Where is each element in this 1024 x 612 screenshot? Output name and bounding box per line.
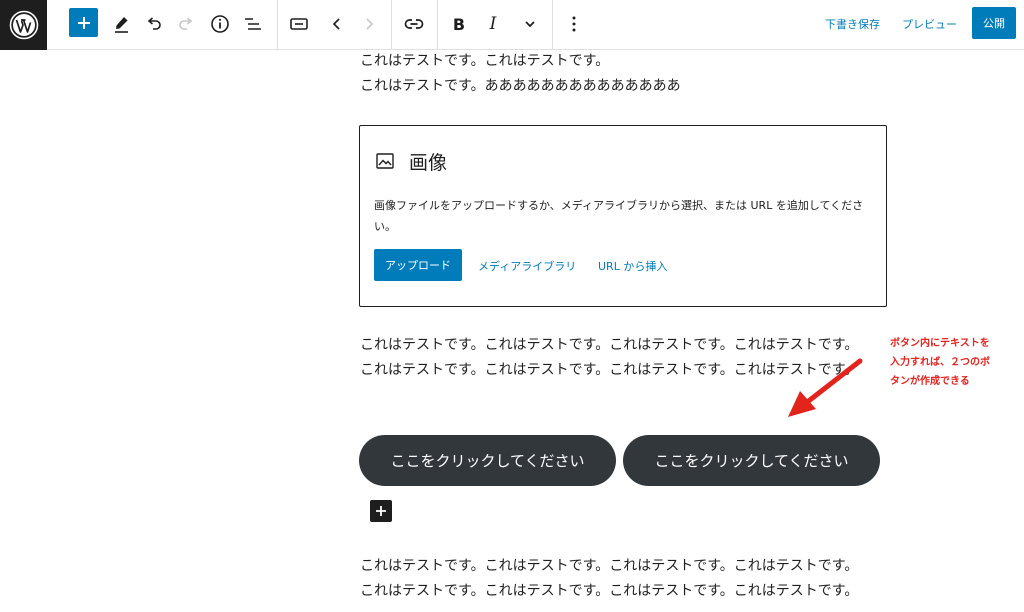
insert-from-url-button[interactable]: URL から挿入	[598, 258, 667, 274]
append-button-button[interactable]	[370, 500, 392, 522]
details-button[interactable]	[205, 9, 235, 39]
preview-button[interactable]: プレビュー	[902, 16, 957, 32]
paragraph-line: これはテストです。これはテストです。	[360, 53, 610, 69]
image-icon	[376, 153, 394, 169]
annotation-line: ボタン内にテキストを	[890, 338, 990, 349]
publish-button[interactable]: 公開	[972, 7, 1016, 39]
upload-button[interactable]: アップロード	[374, 249, 462, 281]
media-library-button[interactable]: メディアライブラリ	[478, 258, 576, 274]
image-block-placeholder[interactable]: 画像 画像ファイルをアップロードするか、メディアライブラリから選択、または UR…	[359, 125, 887, 307]
toolbar-divider	[552, 0, 553, 50]
image-block-description: 画像ファイルをアップロードするか、メディアライブラリから選択、または URL を…	[374, 199, 864, 233]
link-icon	[404, 19, 424, 29]
block-transform-button[interactable]	[284, 9, 314, 39]
plus-icon	[376, 506, 386, 516]
redo-button[interactable]	[171, 9, 201, 39]
editor-toolbar: B I 下書き保存 プレビュー 公開	[0, 0, 1024, 50]
toolbar-divider	[437, 0, 438, 50]
save-draft-button[interactable]: 下書き保存	[825, 16, 880, 32]
redo-icon	[179, 17, 193, 30]
annotation-line: 入力すれば、２つのボ	[890, 357, 990, 368]
paragraph-line: これはテストです。これはテストです。これはテストです。これはテストです。	[360, 583, 859, 599]
info-icon	[211, 15, 229, 33]
paragraph-line: これはテストです。これはテストです。これはテストです。これはテストです。	[360, 558, 859, 574]
paragraph-line: これはテストです。ああああああああああああああ	[360, 78, 681, 94]
link-button[interactable]	[399, 9, 429, 39]
italic-button[interactable]: I	[478, 9, 508, 39]
annotation-line: タンが作成できる	[890, 376, 970, 387]
toolbar-divider	[277, 0, 278, 50]
plus-icon	[77, 16, 90, 29]
add-block-button[interactable]	[69, 8, 98, 37]
wp-button-2[interactable]: ここをクリックしてください	[623, 435, 880, 486]
list-view-icon	[245, 18, 261, 30]
list-view-button[interactable]	[238, 9, 268, 39]
block-options-button[interactable]	[559, 9, 589, 39]
chevron-right-icon	[366, 18, 374, 30]
wp-button-1[interactable]: ここをクリックしてください	[359, 435, 616, 486]
chevron-left-icon	[332, 18, 340, 30]
annotation-note: ボタン内にテキストを 入力すれば、２つのボ タンが作成できる	[890, 334, 1016, 391]
block-transform-icon	[290, 18, 308, 30]
chevron-down-icon	[525, 21, 535, 28]
wordpress-logo-icon	[9, 10, 38, 40]
annotation-arrow-icon	[788, 358, 863, 417]
undo-button[interactable]	[139, 9, 169, 39]
undo-icon	[147, 17, 161, 30]
image-block-title: 画像	[409, 152, 448, 174]
more-formatting-button[interactable]	[515, 9, 545, 39]
paragraph-block[interactable]: これはテストです。これはテストです。 これはテストです。ああああああああああああ…	[360, 49, 681, 99]
paragraph-block[interactable]: これはテストです。これはテストです。これはテストです。これはテストです。 これは…	[360, 554, 858, 604]
pencil-icon	[115, 17, 128, 33]
move-left-button[interactable]	[322, 9, 352, 39]
toolbar-divider	[391, 0, 392, 50]
move-right-button[interactable]	[354, 9, 384, 39]
bold-button[interactable]: B	[444, 9, 474, 39]
tools-button[interactable]	[107, 9, 137, 39]
wordpress-logo-button[interactable]	[0, 0, 47, 50]
more-vertical-icon	[572, 16, 576, 32]
